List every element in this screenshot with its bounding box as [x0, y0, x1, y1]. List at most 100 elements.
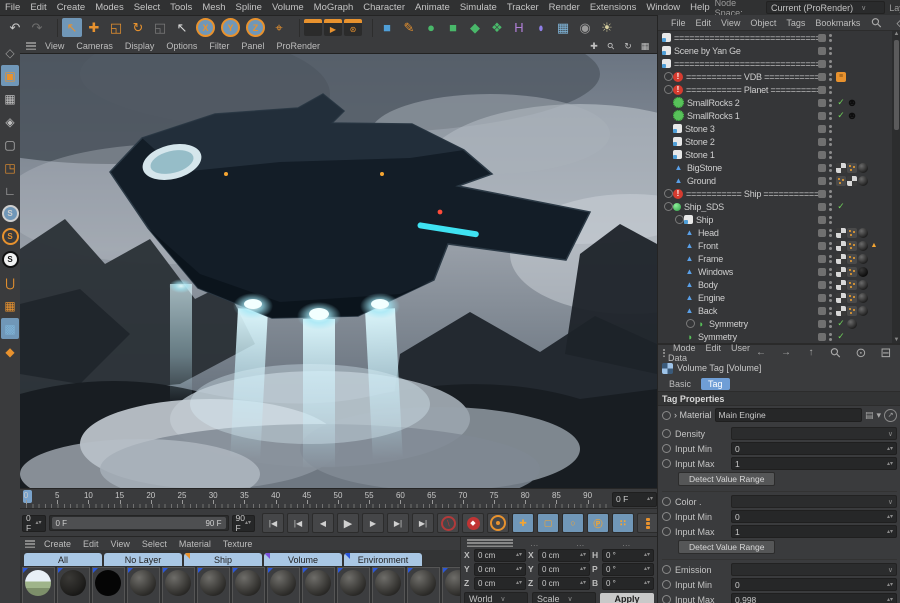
layer-square-icon[interactable]: [818, 46, 826, 55]
texture-grid-icon[interactable]: ▤: [865, 410, 874, 421]
scale-tool-icon[interactable]: ◱: [106, 18, 126, 37]
current-frame-field[interactable]: 0 F ▴▾: [612, 491, 657, 507]
layer-square-icon[interactable]: [818, 228, 826, 237]
toggle-view-icon[interactable]: ▦: [639, 40, 651, 52]
menu-create[interactable]: Create: [38, 539, 77, 549]
density-dropdown[interactable]: ∨: [731, 427, 897, 440]
visibility-dots-icon[interactable]: [829, 306, 832, 315]
visibility-dots-icon[interactable]: [829, 215, 832, 224]
material-thumbnail[interactable]: [407, 567, 440, 603]
object-row-head[interactable]: ▲ Head: [658, 226, 900, 239]
live-selection-icon[interactable]: ↖: [62, 18, 82, 37]
visibility-dots-icon[interactable]: [829, 267, 832, 276]
input-max-field[interactable]: 1 ▴▾: [731, 457, 897, 470]
pan-view-icon[interactable]: ✚: [588, 40, 600, 52]
material-thumbnail[interactable]: [127, 567, 160, 603]
panel-menu-icon[interactable]: [26, 42, 36, 50]
layer-square-icon[interactable]: [818, 111, 826, 120]
visibility-dots-icon[interactable]: [829, 137, 832, 146]
timeline-ruler[interactable]: 0 5 10 15 20 25 30 35 40 45 50 55 60 65 70 75 80 85 90 0 F…: [20, 488, 657, 509]
object-row-bigstone[interactable]: ▲ BigStone: [658, 161, 900, 174]
frame-range-slider[interactable]: 0 F 90 F: [48, 515, 229, 531]
material-tag-icon[interactable]: [858, 162, 868, 173]
phong-tag-icon[interactable]: [847, 162, 857, 173]
texture-mode-icon[interactable]: ▦: [1, 88, 19, 109]
object-row-stone-1[interactable]: Stone 1: [658, 148, 900, 161]
coordinate-field-x-0[interactable]: 0 cm ▴▾: [474, 548, 526, 562]
material-thumbnail[interactable]: [197, 567, 230, 603]
last-tool-icon[interactable]: ◱: [150, 18, 170, 37]
deformer-icon[interactable]: H: [509, 18, 529, 37]
menu-panel[interactable]: Panel: [235, 41, 270, 51]
menu-tools[interactable]: Tools: [165, 2, 197, 13]
uvw-tag-icon[interactable]: [836, 240, 846, 251]
display-tag-icon[interactable]: ☻: [846, 97, 858, 109]
menu-view[interactable]: View: [105, 539, 136, 549]
volume-builder-icon[interactable]: ◆: [465, 18, 485, 37]
primitive-cube-icon[interactable]: ■: [377, 18, 397, 37]
layer-square-icon[interactable]: [818, 137, 826, 146]
material-thumbnail[interactable]: [372, 567, 405, 603]
menu-mesh[interactable]: Mesh: [197, 2, 230, 13]
menu-select[interactable]: Select: [136, 539, 173, 549]
polygons-mode-icon[interactable]: ◳: [1, 157, 19, 178]
layer-square-icon[interactable]: [818, 124, 826, 133]
visibility-dots-icon[interactable]: [829, 241, 832, 250]
scrollbar[interactable]: ▲ ▼: [892, 31, 900, 343]
object-row-frame[interactable]: ▲ Frame: [658, 252, 900, 265]
phong-tag-icon[interactable]: [847, 305, 857, 316]
animation-dot-icon[interactable]: [662, 580, 671, 589]
menu-edit[interactable]: Edit: [700, 343, 726, 353]
play-button[interactable]: ▶: [337, 513, 359, 533]
material-thumbnail[interactable]: [442, 567, 460, 603]
object-row-ship-sds[interactable]: Ship_SDS ✓: [658, 200, 900, 213]
expand-icon[interactable]: [664, 202, 673, 211]
animation-dot-icon[interactable]: [662, 429, 671, 438]
key-scale-button[interactable]: ▢: [537, 513, 559, 533]
visibility-dots-icon[interactable]: [829, 46, 832, 55]
layer-square-icon[interactable]: [818, 319, 826, 328]
coordinate-field-z-1[interactable]: 0 cm ▴▾: [538, 576, 590, 590]
layer-tab-all[interactable]: All: [24, 553, 102, 566]
visibility-dots-icon[interactable]: [829, 176, 832, 185]
coordinate-system-icon[interactable]: ⌖: [269, 18, 289, 37]
layer-square-icon[interactable]: [818, 72, 826, 81]
object-row-symmetry[interactable]: ◑ Symmetry ✓: [658, 330, 900, 343]
uvw-tag-icon[interactable]: [836, 227, 846, 238]
visibility-dots-icon[interactable]: [829, 293, 832, 302]
menu-spline[interactable]: Spline: [231, 2, 267, 13]
menu-character[interactable]: Character: [358, 2, 410, 13]
goto-end-button[interactable]: ▶|: [412, 513, 434, 533]
points-mode-icon[interactable]: ▢: [1, 134, 19, 155]
floor-icon[interactable]: ▦: [553, 18, 573, 37]
material-thumbnail[interactable]: [162, 567, 195, 603]
uvw-tag-icon[interactable]: [836, 162, 846, 173]
grid-snap-icon[interactable]: ▦: [1, 295, 19, 316]
phong-tag-icon[interactable]: [836, 175, 846, 186]
material-tag-icon[interactable]: [858, 240, 868, 251]
z-axis-lock-icon[interactable]: Z: [246, 18, 265, 37]
timeline-mode-button[interactable]: [637, 513, 659, 533]
forward-icon[interactable]: →: [776, 343, 796, 362]
frame-number-field[interactable]: 0 F ▴▾: [22, 513, 46, 533]
visibility-dots-icon[interactable]: [829, 228, 832, 237]
uvw-tag-icon[interactable]: [836, 292, 846, 303]
layer-square-icon[interactable]: [818, 215, 826, 224]
magnet-icon[interactable]: ⋃: [1, 272, 19, 293]
menu-filter[interactable]: Filter: [203, 41, 235, 51]
coordinate-field-h-2[interactable]: 0 ° ▴▾: [602, 548, 654, 562]
quantize-icon[interactable]: ◆: [1, 341, 19, 362]
menu-view[interactable]: View: [39, 41, 70, 51]
animation-dot-icon[interactable]: [662, 595, 671, 603]
menu-edit[interactable]: Edit: [691, 18, 717, 28]
back-icon[interactable]: ←: [751, 343, 771, 362]
animation-dot-icon[interactable]: [662, 497, 671, 506]
apply-button[interactable]: Apply: [600, 592, 654, 603]
selection-tool-icon[interactable]: ↖: [172, 18, 192, 37]
generator-icon[interactable]: ■: [443, 18, 463, 37]
material-tag-icon[interactable]: [858, 175, 868, 186]
goto-start-button[interactable]: |◀: [262, 513, 284, 533]
expand-icon[interactable]: [664, 72, 673, 81]
material-tag-icon[interactable]: [858, 279, 868, 290]
menu-render[interactable]: Render: [544, 2, 585, 13]
